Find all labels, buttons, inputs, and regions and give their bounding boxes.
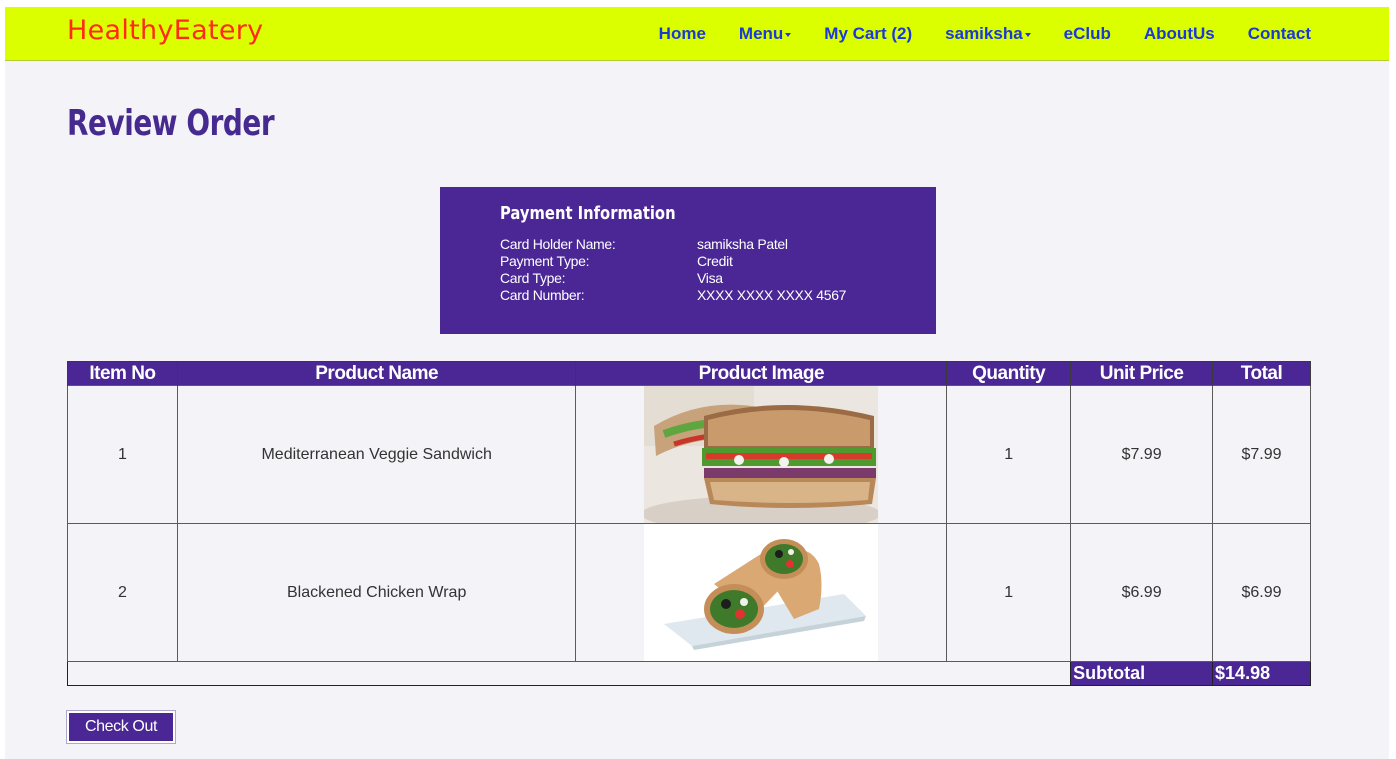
payment-label-type: Payment Type: bbox=[500, 253, 590, 269]
nav-menu-dropdown[interactable]: Menu bbox=[738, 24, 792, 44]
wrap-image bbox=[644, 524, 879, 661]
navbar: HealthyEatery Home Menu My Cart (2) sami… bbox=[5, 7, 1389, 61]
order-table: Item No Product Name Product Image Quant… bbox=[66, 361, 1311, 686]
nav-user-label: samiksha bbox=[945, 24, 1023, 43]
table-header-row: Item No Product Name Product Image Quant… bbox=[67, 361, 1311, 386]
payment-value-card-type: Visa bbox=[697, 270, 723, 286]
table-row: 1 Mediterranean Veggie Sandwich 1 $7.99 … bbox=[67, 385, 1311, 524]
payment-label-card-holder: Card Holder Name: bbox=[500, 236, 616, 252]
subtotal-label: Subtotal bbox=[1070, 661, 1214, 686]
cell-total: $7.99 bbox=[1212, 385, 1311, 524]
nav-eclub[interactable]: eClub bbox=[1064, 24, 1111, 44]
cell-item-no: 1 bbox=[67, 385, 178, 524]
payment-value-card-number: XXXX XXXX XXXX 4567 bbox=[697, 287, 847, 303]
payment-value-card-holder: samiksha Patel bbox=[697, 236, 788, 252]
payment-label-card-number: Card Number: bbox=[500, 287, 585, 303]
subtotal-value: $14.98 bbox=[1212, 661, 1311, 686]
nav-menu: Home Menu My Cart (2) samiksha eClub Abo… bbox=[659, 7, 1389, 61]
header-total: Total bbox=[1212, 361, 1311, 386]
caret-down-icon bbox=[785, 32, 792, 37]
cell-quantity: 1 bbox=[946, 523, 1072, 662]
header-product-image: Product Image bbox=[575, 361, 948, 386]
nav-about[interactable]: AboutUs bbox=[1144, 24, 1215, 44]
checkout-button[interactable]: Check Out bbox=[67, 711, 175, 743]
cell-unit-price: $7.99 bbox=[1070, 385, 1214, 524]
nav-cart[interactable]: My Cart (2) bbox=[824, 24, 912, 44]
header-item-no: Item No bbox=[67, 361, 178, 386]
payment-label-card-type: Card Type: bbox=[500, 270, 566, 286]
cell-total: $6.99 bbox=[1212, 523, 1311, 662]
page: HealthyEatery Home Menu My Cart (2) sami… bbox=[5, 7, 1389, 759]
brand-logo[interactable]: HealthyEatery bbox=[67, 15, 263, 46]
subtotal-row: Subtotal $14.98 bbox=[66, 661, 1311, 686]
cell-unit-price: $6.99 bbox=[1070, 523, 1214, 662]
sandwich-image bbox=[644, 386, 879, 523]
cell-product-image bbox=[575, 385, 948, 524]
page-title: Review Order bbox=[67, 103, 275, 144]
table-row: 2 Blackened Chicken Wrap 1 $6.99 $6.99 bbox=[67, 523, 1311, 662]
nav-home[interactable]: Home bbox=[659, 24, 706, 44]
header-product-name: Product Name bbox=[176, 361, 577, 386]
nav-user-dropdown[interactable]: samiksha bbox=[945, 24, 1031, 44]
cell-item-no: 2 bbox=[67, 523, 178, 662]
cell-product-image bbox=[575, 523, 948, 662]
cell-quantity: 1 bbox=[946, 385, 1072, 524]
nav-contact[interactable]: Contact bbox=[1248, 24, 1311, 44]
header-quantity: Quantity bbox=[946, 361, 1072, 386]
header-unit-price: Unit Price bbox=[1070, 361, 1214, 386]
payment-info-title: Payment Information bbox=[500, 203, 676, 224]
payment-value-type: Credit bbox=[697, 253, 733, 269]
subtotal-spacer bbox=[66, 661, 1072, 686]
payment-info-panel: Payment Information Card Holder Name: sa… bbox=[440, 187, 936, 334]
nav-menu-label: Menu bbox=[738, 24, 784, 43]
caret-down-icon bbox=[1024, 32, 1031, 37]
cell-product-name: Mediterranean Veggie Sandwich bbox=[176, 385, 577, 524]
cell-product-name: Blackened Chicken Wrap bbox=[176, 523, 577, 662]
